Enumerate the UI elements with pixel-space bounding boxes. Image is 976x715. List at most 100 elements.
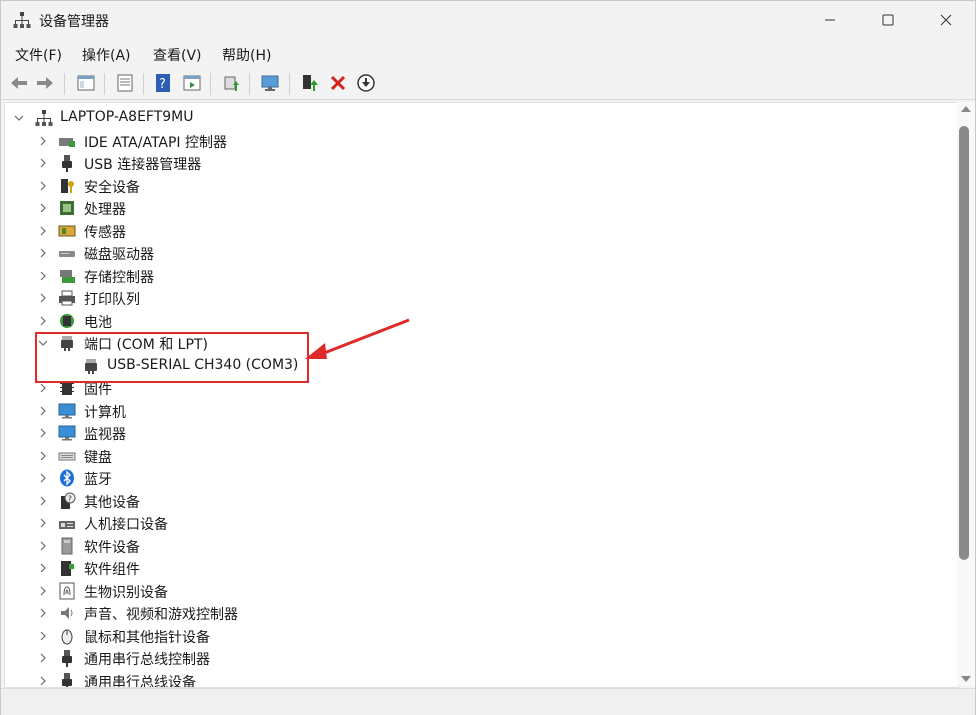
usb-device-icon (62, 672, 72, 687)
tree-category-item[interactable]: 电池 (5, 310, 955, 332)
chevron-right-icon[interactable] (38, 631, 48, 641)
usb-connector-icon (62, 155, 72, 172)
chevron-right-icon[interactable] (38, 293, 48, 303)
tree-category-item[interactable]: 软件设备 (5, 535, 955, 557)
tree-category-item[interactable]: IDE ATA/ATAPI 控制器 (5, 130, 955, 152)
tree-category-item[interactable]: 安全设备 (5, 175, 955, 197)
menu-help[interactable]: 帮助(H) (222, 45, 271, 65)
uninstall-x-icon (330, 75, 346, 91)
chevron-right-icon[interactable] (38, 136, 48, 146)
scroll-thumb[interactable] (959, 126, 969, 560)
svg-text:?: ? (159, 77, 166, 92)
tree-category-item[interactable]: 键盘 (5, 445, 955, 467)
tree-item-label: 软件设备 (84, 539, 140, 556)
tree-category-item[interactable]: 声音、视频和游戏控制器 (5, 602, 955, 624)
tree-item-label: 存储控制器 (84, 269, 154, 286)
tree-category-item[interactable]: 软件组件 (5, 557, 955, 579)
tree-category-item[interactable]: 存储控制器 (5, 265, 955, 287)
tree-item-label: 键盘 (84, 449, 112, 466)
back-button[interactable] (8, 72, 30, 94)
printer-icon (59, 290, 75, 306)
chevron-right-icon[interactable] (38, 563, 48, 573)
chevron-right-icon[interactable] (38, 406, 48, 416)
usb-controller-icon (62, 650, 72, 667)
tree-category-item[interactable]: 鼠标和其他指针设备 (5, 625, 955, 647)
tree-category-item[interactable]: USB 连接器管理器 (5, 152, 955, 174)
scroll-down-arrow-icon[interactable] (961, 676, 971, 682)
tree-item-label: 监视器 (84, 427, 126, 443)
chevron-right-icon[interactable] (38, 316, 48, 326)
chevron-right-icon[interactable] (38, 203, 48, 213)
tree-item-label: 声音、视频和游戏控制器 (84, 607, 238, 623)
download-arrow-icon (357, 74, 375, 92)
tree-category-item[interactable]: 传感器 (5, 220, 955, 242)
chevron-right-icon[interactable] (38, 653, 48, 663)
tree-category-item[interactable]: 生物识别设备 (5, 580, 955, 602)
chevron-right-icon[interactable] (38, 518, 48, 528)
chevron-right-icon[interactable] (38, 248, 48, 258)
console-tree-icon (77, 75, 95, 91)
chevron-right-icon[interactable] (38, 586, 48, 596)
tree-item-label: 软件组件 (84, 562, 140, 578)
storage-controller-icon (60, 269, 75, 283)
title-bar: 设备管理器 (1, 1, 975, 39)
forward-button[interactable] (34, 72, 56, 94)
menu-view[interactable]: 查看(V) (153, 45, 202, 65)
tree-category-item[interactable]: ? 其他设备 (5, 490, 955, 512)
disable-device-button[interactable] (355, 72, 377, 94)
chevron-right-icon[interactable] (38, 181, 48, 191)
chevron-right-icon[interactable] (38, 226, 48, 236)
tree-category-item[interactable]: 处理器 (5, 197, 955, 219)
help-button[interactable]: ? (153, 72, 175, 94)
device-manager-window: 设备管理器 文件(F) 操作(A) 查看(V) 帮助(H) ? LAPTOP-A… (0, 0, 976, 715)
menu-file[interactable]: 文件(F) (15, 45, 62, 65)
vertical-scrollbar[interactable] (957, 102, 975, 686)
disk-drive-icon (59, 251, 75, 257)
tree-category-item[interactable]: 监视器 (5, 422, 955, 444)
status-bar (1, 688, 975, 715)
software-component-icon (61, 561, 74, 576)
chevron-right-icon[interactable] (38, 428, 48, 438)
tree-category-item[interactable]: 打印队列 (5, 287, 955, 309)
chevron-right-icon[interactable] (38, 451, 48, 461)
properties-button[interactable] (114, 72, 136, 94)
toolbar-separator (289, 73, 290, 95)
scan-hardware-button[interactable] (259, 72, 281, 94)
computer-icon (58, 403, 76, 418)
window-title: 设备管理器 (39, 14, 109, 30)
scroll-up-arrow-icon[interactable] (961, 106, 971, 112)
uninstall-device-button[interactable] (327, 72, 349, 94)
show-hide-console-tree-button[interactable] (75, 72, 97, 94)
tree-category-item[interactable]: 磁盘驱动器 (5, 242, 955, 264)
toolbar-separator (210, 73, 211, 95)
enable-device-button[interactable] (299, 72, 321, 94)
software-device-icon (61, 537, 73, 554)
chevron-right-icon[interactable] (38, 608, 48, 618)
sound-icon (61, 607, 73, 619)
chevron-right-icon[interactable] (38, 541, 48, 551)
hid-icon (59, 521, 75, 529)
update-driver-button[interactable] (220, 72, 242, 94)
tree-category-item[interactable]: 通用串行总线设备 (5, 670, 955, 687)
annotation-highlight-box (35, 332, 309, 383)
chevron-right-icon[interactable] (38, 496, 48, 506)
chevron-right-icon[interactable] (38, 676, 48, 686)
chevron-right-icon[interactable] (38, 473, 48, 483)
close-button[interactable] (919, 1, 973, 39)
biometric-icon (59, 582, 75, 599)
chevron-down-icon[interactable] (14, 113, 24, 123)
minimize-button[interactable] (803, 1, 857, 39)
menu-action[interactable]: 操作(A) (82, 45, 131, 65)
maximize-button[interactable] (861, 1, 915, 39)
chevron-right-icon[interactable] (38, 271, 48, 281)
tree-category-item[interactable]: 通用串行总线控制器 (5, 647, 955, 669)
show-action-pane-button[interactable] (181, 72, 203, 94)
other-device-icon: ? (61, 492, 76, 509)
chevron-right-icon[interactable] (38, 158, 48, 168)
chevron-right-icon[interactable] (38, 383, 48, 393)
device-manager-icon (13, 12, 31, 28)
tree-category-item[interactable]: 计算机 (5, 400, 955, 422)
tree-root[interactable]: LAPTOP-A8EFT9MU (5, 107, 955, 129)
tree-category-item[interactable]: 人机接口设备 (5, 512, 955, 534)
tree-category-item[interactable]: 蓝牙 (5, 467, 955, 489)
